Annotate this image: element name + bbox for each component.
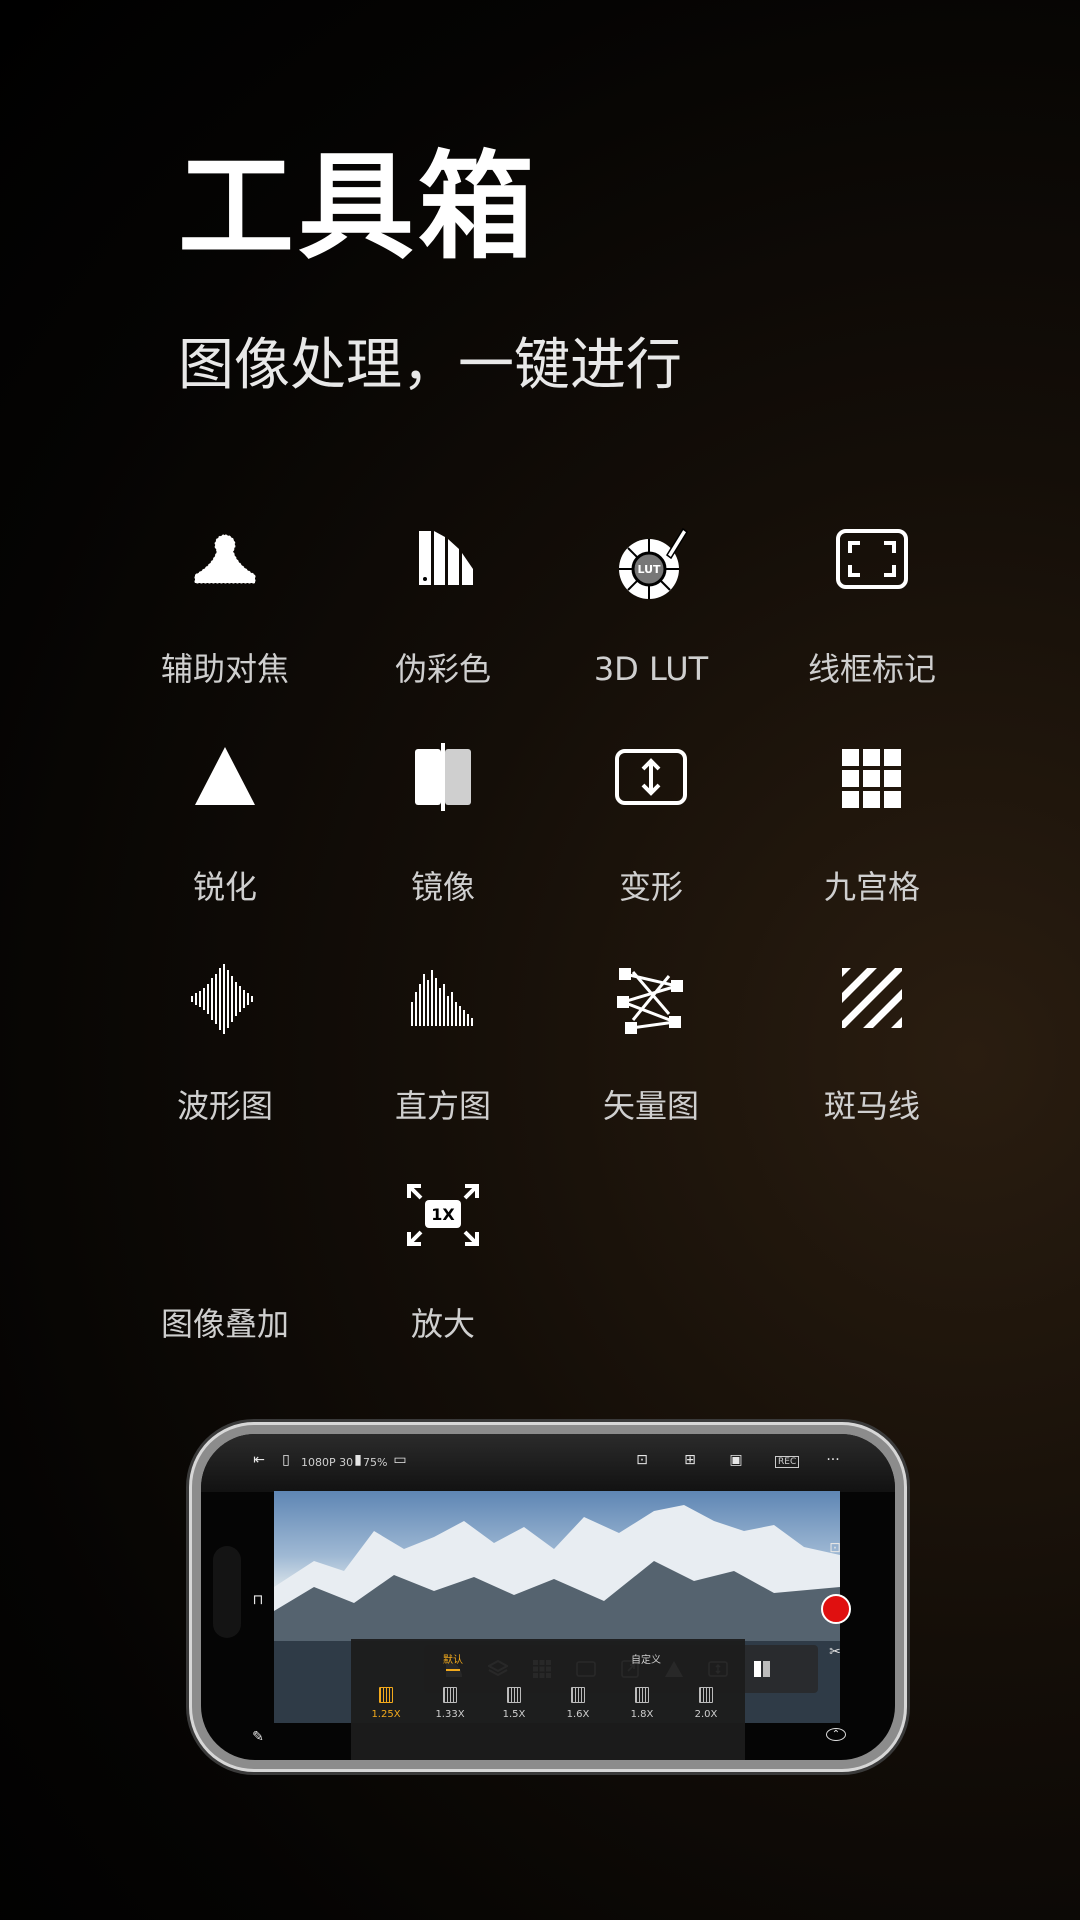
tool-focus-assist[interactable]: 辅助对焦 — [115, 525, 335, 715]
tool-image-overlay[interactable]: 图像叠加 — [115, 1180, 335, 1370]
playback-icon[interactable]: ▣ — [727, 1452, 745, 1468]
edit-pencil-icon[interactable]: ✎ — [249, 1729, 267, 1745]
tool-label: 波形图 — [176, 1087, 273, 1125]
zoom-option[interactable]: 1.6X — [553, 1687, 603, 1720]
anamorphic-bars-icon — [699, 1687, 713, 1703]
gallery-icon[interactable]: ⊡ — [826, 1540, 844, 1556]
tool-mirror[interactable]: 镜像 — [333, 743, 553, 933]
sharpen-icon — [185, 743, 265, 823]
tool-frame-lines[interactable]: 线框标记 — [762, 525, 982, 715]
tool-anamorphic[interactable]: 变形 — [541, 743, 761, 933]
storage-icon: ▯ — [282, 1452, 290, 1468]
focus-assist-icon — [185, 525, 265, 605]
resolution-fps: 1080P 30 — [301, 1456, 354, 1469]
anamorphic-bars-icon — [443, 1687, 457, 1703]
page-subtitle: 图像处理，一键进行 — [178, 333, 682, 398]
zoom-option[interactable]: 2.0X — [681, 1687, 731, 1720]
tool-label: 线框标记 — [807, 650, 936, 688]
unlock-icon[interactable]: ⊓ — [249, 1592, 267, 1608]
zoom-option[interactable]: 1.33X — [425, 1687, 475, 1720]
tool-label: 放大 — [410, 1305, 475, 1343]
tool-label: 矢量图 — [602, 1087, 699, 1125]
tool-magnify[interactable]: 1X 放大 — [333, 1180, 553, 1370]
zebra-icon — [832, 962, 912, 1042]
image-edit-icon[interactable]: ⊡ — [633, 1452, 651, 1468]
tool-label: 变形 — [618, 868, 683, 906]
zoom-panel: 默认 自定义 1.25X 1.33X 1.5X 1.6X 1.8X 2.0X — [351, 1639, 745, 1760]
tool-label: 斑马线 — [823, 1087, 920, 1125]
histogram-icon — [403, 962, 483, 1042]
magnify-icon: 1X — [403, 1180, 483, 1260]
tab-custom[interactable]: 自定义 — [631, 1651, 661, 1666]
scissors-icon[interactable]: ✂ — [826, 1644, 844, 1660]
tool-label: 3D LUT — [593, 650, 709, 688]
waveform-icon — [185, 962, 265, 1042]
mirror-icon[interactable] — [752, 1659, 772, 1679]
image-overlay-icon — [185, 1180, 265, 1260]
tab-default[interactable]: 默认 — [443, 1651, 463, 1666]
page-title: 工具箱 — [178, 140, 538, 275]
grid-icon — [832, 743, 912, 823]
false-color-icon — [403, 525, 483, 605]
tool-vectorscope[interactable]: 矢量图 — [541, 962, 761, 1152]
tool-sharpen[interactable]: 锐化 — [115, 743, 335, 933]
tool-label: 图像叠加 — [160, 1305, 289, 1343]
battery-level: 75% — [363, 1456, 388, 1469]
tool-label: 辅助对焦 — [160, 650, 289, 688]
camera-top-bar: ⇤ ▯ 1080P 30 ▮ 75% ▭ ⊡ ⊞ ▣ REC ··· — [201, 1434, 895, 1492]
tool-label: 伪彩色 — [394, 650, 491, 688]
tool-false-color[interactable]: 伪彩色 — [333, 525, 553, 715]
sd-card-icon: ▭ — [393, 1452, 407, 1468]
tool-label: 九宫格 — [823, 868, 920, 906]
tool-zebra[interactable]: 斑马线 — [762, 962, 982, 1152]
zoom-option[interactable]: 1.5X — [489, 1687, 539, 1720]
lut-icon: LUT — [611, 525, 691, 605]
zoom-option[interactable]: 1.25X — [361, 1687, 411, 1720]
frame-lines-icon — [832, 525, 912, 605]
svg-text:LUT: LUT — [637, 563, 661, 576]
vectorscope-icon — [611, 962, 691, 1042]
camera-cutout — [213, 1546, 241, 1638]
svg-text:1X: 1X — [431, 1205, 455, 1224]
image-add-icon[interactable]: ⊞ — [681, 1452, 699, 1468]
anamorphic-bars-icon — [635, 1687, 649, 1703]
zoom-option[interactable]: 1.8X — [617, 1687, 667, 1720]
mirror-icon — [403, 743, 483, 823]
rec-badge[interactable]: REC — [775, 1456, 800, 1468]
anamorphic-bars-icon — [507, 1687, 521, 1703]
more-icon[interactable]: ··· — [821, 1452, 845, 1468]
tool-3d-lut[interactable]: LUT 3D LUT — [541, 525, 761, 715]
anamorphic-bars-icon — [379, 1687, 393, 1703]
exit-icon[interactable]: ⇤ — [250, 1452, 268, 1468]
tool-label: 直方图 — [394, 1087, 491, 1125]
tool-label: 镜像 — [410, 868, 475, 906]
phone-mockup: ⇤ ▯ 1080P 30 ▮ 75% ▭ ⊡ ⊞ ▣ REC ··· ⊓ ✎ 默… — [192, 1425, 904, 1769]
record-button[interactable] — [821, 1594, 851, 1624]
tool-label: 锐化 — [192, 868, 257, 906]
anamorphic-icon — [611, 743, 691, 823]
tab-indicator — [446, 1669, 460, 1671]
tool-histogram[interactable]: 直方图 — [333, 962, 553, 1152]
expand-up-icon[interactable]: ⌃ — [826, 1728, 846, 1741]
tool-grid[interactable]: 九宫格 — [762, 743, 982, 933]
anamorphic-bars-icon — [571, 1687, 585, 1703]
tool-waveform[interactable]: 波形图 — [115, 962, 335, 1152]
